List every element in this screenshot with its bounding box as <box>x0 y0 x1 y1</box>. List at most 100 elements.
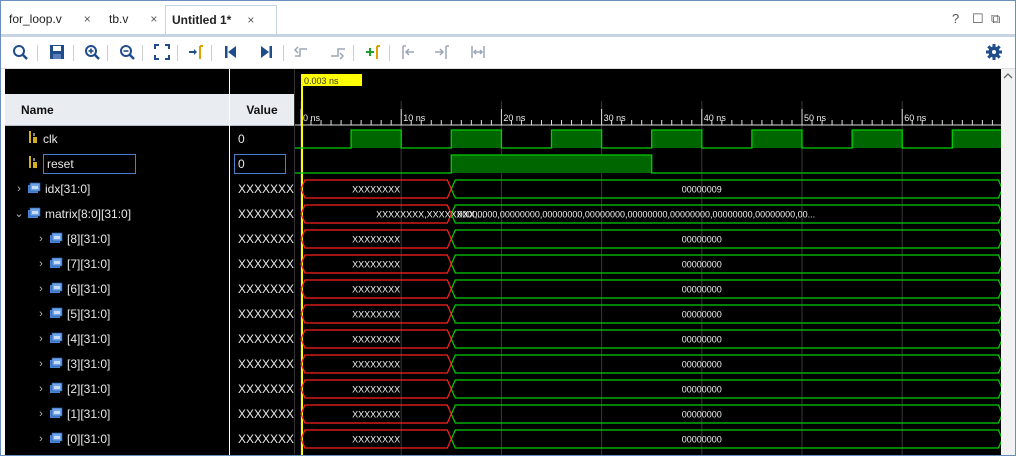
expand-arrow-icon[interactable]: › <box>35 283 47 295</box>
time-tick-label: 20 ns <box>503 113 526 123</box>
tab-tb[interactable]: tb.v × <box>109 5 157 33</box>
signal-value[interactable]: XXXXXXXX <box>230 176 294 201</box>
signal-value[interactable]: XXXXXXXX <box>230 401 294 426</box>
signal-row[interactable]: reset <box>5 151 229 176</box>
signal-row[interactable]: › [1][31:0] <box>5 401 229 426</box>
signal-row[interactable]: › [5][31:0] <box>5 301 229 326</box>
expand-arrow-icon[interactable]: › <box>35 433 47 445</box>
time-tick-label: 40 ns <box>704 113 727 123</box>
bus-icon <box>49 430 63 447</box>
tab-for-loop[interactable]: for_loop.v × <box>9 5 91 33</box>
signal-value[interactable]: XXXXXXXX <box>230 276 294 301</box>
signal-row[interactable]: › [7][31:0] <box>5 251 229 276</box>
signal-name: [2][31:0] <box>67 381 111 396</box>
signal-row[interactable]: › [2][31:0] <box>5 376 229 401</box>
bus-segment <box>450 329 1001 349</box>
signal-value[interactable]: XXXXXXXX <box>230 201 294 226</box>
previous-transition-icon[interactable] <box>291 41 313 63</box>
bus-segment <box>450 354 1001 374</box>
save-icon[interactable] <box>46 41 68 63</box>
name-column-header[interactable]: Name <box>5 94 229 126</box>
expand-arrow-icon[interactable]: › <box>35 233 47 245</box>
close-icon[interactable]: × <box>84 12 91 26</box>
signal-row[interactable]: › idx[31:0] <box>5 176 229 201</box>
restore-icon[interactable]: ☐ <box>972 11 984 27</box>
signal-row[interactable]: › [3][31:0] <box>5 351 229 376</box>
tab-untitled[interactable]: Untitled 1* × <box>165 5 277 34</box>
zoom-in-icon[interactable] <box>81 41 103 63</box>
help-icon[interactable]: ? <box>952 11 959 26</box>
bus-value-label: XXXXXXXX <box>352 285 400 295</box>
expand-arrow-icon[interactable]: › <box>35 408 47 420</box>
close-icon[interactable]: × <box>150 12 157 26</box>
expand-arrow-icon[interactable]: › <box>35 333 47 345</box>
bus-icon <box>49 355 63 372</box>
value-text: XXXXXXXX <box>238 356 294 371</box>
signal-value[interactable]: XXXXXXXX <box>230 301 294 326</box>
signal-value[interactable]: XXXXXXXX <box>230 326 294 351</box>
zoom-out-icon[interactable] <box>116 41 138 63</box>
signal-value[interactable]: XXXXXXXX <box>230 376 294 401</box>
wire-icon <box>27 155 39 172</box>
value-column-header[interactable]: Value <box>230 94 294 126</box>
signal-row[interactable]: › [0][31:0] <box>5 426 229 451</box>
bus-value-label: XXXXXXXX <box>352 235 400 245</box>
value-text: XXXXXXXX <box>238 406 294 421</box>
signal-name: reset <box>43 153 136 174</box>
go-to-start-icon[interactable] <box>220 41 242 63</box>
scroll-up-icon[interactable] <box>1001 69 1015 83</box>
time-tick-label: 10 ns <box>403 113 426 123</box>
signal-value[interactable]: 0 <box>230 126 294 151</box>
gear-icon[interactable] <box>983 41 1005 63</box>
signal-value[interactable]: XXXXXXXX <box>230 226 294 251</box>
value-text: XXXXXXXX <box>238 381 294 396</box>
signal-value[interactable]: XXXXXXXX <box>230 351 294 376</box>
bus-segment <box>450 404 1001 424</box>
swap-cursors-icon[interactable] <box>467 41 489 63</box>
value-text: XXXXXXXX <box>238 231 294 246</box>
signal-row[interactable]: › [4][31:0] <box>5 326 229 351</box>
expand-arrow-icon[interactable]: › <box>35 358 47 370</box>
signal-name: [7][31:0] <box>67 256 111 271</box>
expand-arrow-icon[interactable]: › <box>13 183 25 195</box>
next-marker-icon[interactable] <box>431 41 453 63</box>
value-text: XXXXXXXX <box>238 306 294 321</box>
add-marker-icon[interactable] <box>362 41 384 63</box>
bus-value-label: 00000000 <box>682 385 722 395</box>
wire-icon <box>27 130 39 147</box>
expand-arrow-icon[interactable]: › <box>35 308 47 320</box>
waveform-area[interactable]: 0 ns 10 ns 20 ns 30 ns 40 ns 50 ns 60 ns 0.003 … <box>295 69 1001 456</box>
signal-value[interactable]: XXXXXXXX <box>230 426 294 451</box>
expand-arrow-icon[interactable]: ⌄ <box>13 207 25 220</box>
search-icon[interactable] <box>9 41 31 63</box>
signal-value[interactable]: XXXXXXXX <box>230 251 294 276</box>
signal-row[interactable]: › [8][31:0] <box>5 226 229 251</box>
zoom-fit-icon[interactable] <box>151 41 173 63</box>
tab-label: Untitled 1* <box>172 13 232 27</box>
bus-value-label: 00000000 <box>682 410 722 420</box>
signal-value[interactable]: 0 <box>230 151 294 176</box>
vertical-scrollbar[interactable] <box>1001 69 1015 455</box>
close-icon[interactable]: × <box>247 13 254 27</box>
waveform-canvas[interactable]: 0 ns 10 ns 20 ns 30 ns 40 ns 50 ns 60 ns 0.003 … <box>295 69 1001 456</box>
bus-value-label: XXXXXXXX <box>352 260 400 270</box>
signal-row[interactable]: ⌄ matrix[8:0][31:0] <box>5 201 229 226</box>
bus-segment <box>450 304 1001 324</box>
go-to-end-icon[interactable] <box>255 41 277 63</box>
bus-segment <box>450 379 1001 399</box>
expand-arrow-icon[interactable]: › <box>35 383 47 395</box>
previous-marker-icon[interactable] <box>397 41 419 63</box>
maximize-icon[interactable]: ⧉ <box>991 11 1000 27</box>
value-header-label: Value <box>246 102 278 117</box>
value-text: XXXXXXXX <box>238 431 294 446</box>
next-transition-icon[interactable] <box>327 41 349 63</box>
signal-row[interactable]: clk <box>5 126 229 151</box>
bus-value-label: XXXXXXXX <box>352 435 400 445</box>
signal-row[interactable]: › [6][31:0] <box>5 276 229 301</box>
expand-arrow-icon[interactable]: › <box>35 258 47 270</box>
go-to-cursor-icon[interactable] <box>185 41 207 63</box>
bus-value-label: 00000000 <box>682 235 722 245</box>
bus-icon <box>49 380 63 397</box>
bus-segment <box>450 279 1001 299</box>
signal-name: clk <box>43 131 58 146</box>
